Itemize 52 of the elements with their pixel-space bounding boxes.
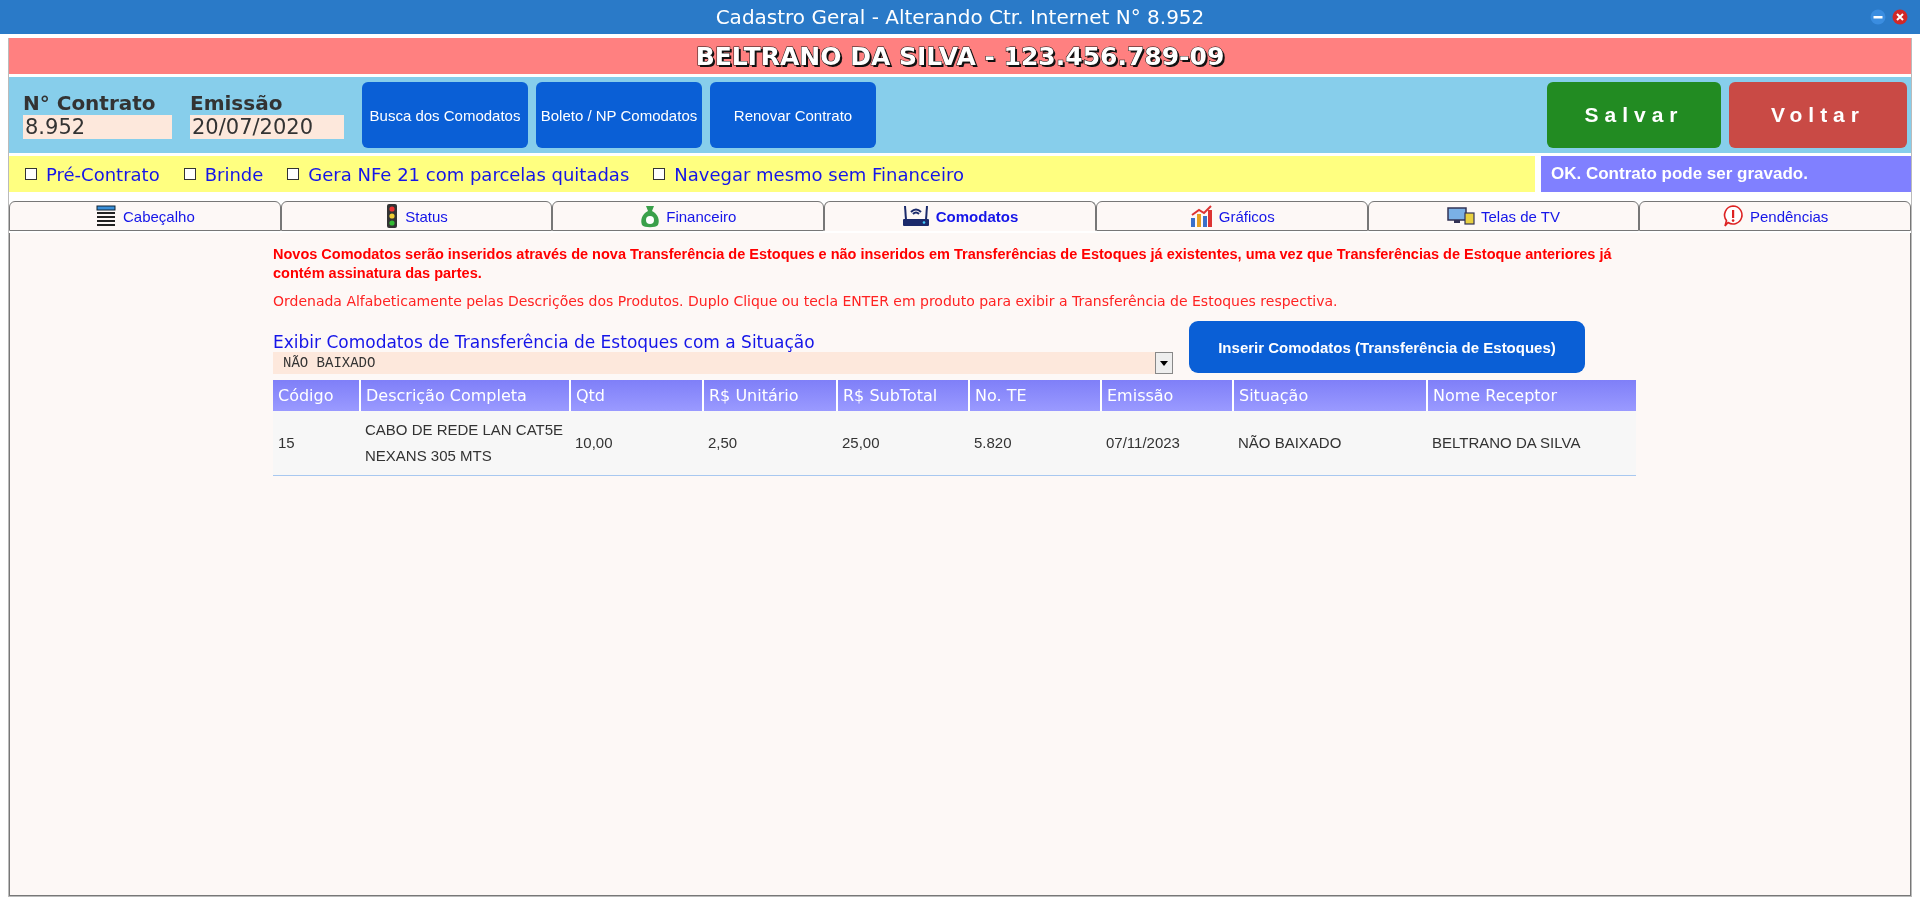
filter-label: Exibir Comodatos de Transferência de Estoques com a Situação [273,332,816,352]
alert-icon [1721,204,1744,228]
table-cell: NÃO BAIXADO [1238,434,1342,451]
close-icon[interactable] [1892,9,1908,25]
list-icon [95,205,117,227]
column-header[interactable]: No. TE [969,380,1101,411]
tab[interactable]: Cabeçalho [9,201,281,231]
money-bag-icon [640,204,661,228]
tab[interactable]: Financeiro [552,201,825,231]
field-label: N° Contrato [23,91,157,115]
table-cell: 15 [278,434,295,451]
toolbar-button[interactable]: Renovar Contrato [710,82,876,148]
checkbox[interactable] [183,168,196,180]
toolbar-button[interactable]: Boleto / NP Comodatos [536,82,702,148]
checkbox-label[interactable]: Brinde [204,163,264,185]
bar-chart-icon [1188,204,1213,228]
tab[interactable]: Gráficos [1095,201,1368,231]
table-cell: BELTRANO DA SILVA [1432,434,1581,451]
tab[interactable]: Telas de TV [1367,201,1640,231]
back-button[interactable]: Voltar [1729,82,1907,148]
table-cell: 10,00 [575,434,613,451]
table-cell: CABO DE REDE LAN CAT5E NEXANS 305 MTS [365,421,564,464]
table-cell: 25,00 [842,434,880,451]
hint-text: Ordenada Alfabeticamente pelas Descrições dos Produtos. Duplo Clique ou tecla ENTER em produto para exibir a Transferência de Estoques respectiva. [273,293,1339,309]
checkbox-label[interactable]: Gera NFe 21 com parcelas quitadas [308,163,630,185]
minimize-icon[interactable] [1870,9,1886,25]
input-field[interactable]: 8.952 [23,115,172,139]
input-field[interactable]: 20/07/2020 [190,115,344,139]
notice-text: Novos Comodatos serão inseridos através de nova Transferência de Estoques e não inseridos em Transferências de Estoques já existentes, uma vez que Transferências de Estoque anteriores já contém assinatura das partes. [273,245,1613,283]
status-message: OK. Contrato pode ser gravado. [1541,156,1911,192]
traffic-light-icon [385,204,400,228]
tab[interactable]: Pendências [1639,201,1912,231]
checkbox-label[interactable]: Navegar mesmo sem Financeiro [674,163,964,185]
table-cell: 07/11/2023 [1106,434,1180,451]
tab[interactable]: Status [280,201,553,231]
table-cell: 2,50 [708,434,738,451]
checkbox[interactable] [287,168,300,180]
checkbox[interactable] [25,168,37,180]
window-title: Cadastro Geral - Alterando Ctr. Internet N° 8.952 [715,5,1205,29]
router-icon [901,204,930,228]
insert-button[interactable]: Inserir Comodatos (Transferência de Estoques) [1189,321,1585,373]
tab[interactable]: Comodatos [824,201,1096,231]
field-label: Emissão [190,91,284,115]
save-button[interactable]: Salvar [1547,82,1721,148]
client-banner: BELTRANO DA SILVA - 123.456.789-09 [9,38,1911,74]
dropdown-arrow-icon [1160,360,1168,366]
monitor-icon [1447,206,1475,226]
toolbar-button[interactable]: Busca dos Comodatos [362,82,528,148]
table-cell: 5.820 [974,434,1012,451]
checkbox[interactable] [653,168,666,180]
situation-dropdown[interactable]: NÃO BAIXADO [273,352,1173,374]
checkbox-label[interactable]: Pré-Contrato [46,163,160,185]
